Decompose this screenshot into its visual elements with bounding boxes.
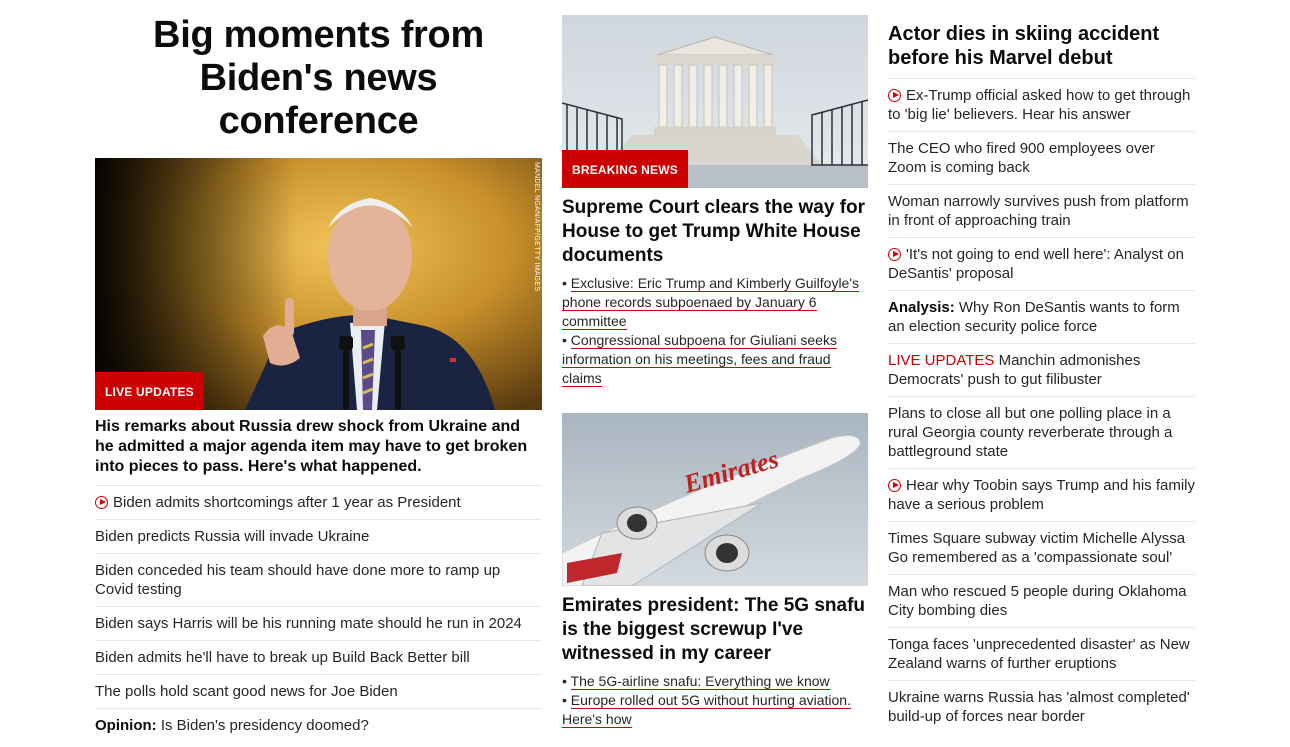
- live-updates-badge[interactable]: LIVE UPDATES: [95, 372, 204, 410]
- video-play-icon: [888, 479, 901, 492]
- video-play-icon: [95, 496, 108, 509]
- related-link[interactable]: • Europe rolled out 5G without hurting a…: [562, 691, 868, 729]
- side-headline[interactable]: Actor dies in skiing accident before his…: [888, 22, 1195, 70]
- lead-headline[interactable]: Big moments from Biden's news conference: [95, 14, 542, 143]
- list-item[interactable]: The polls hold scant good news for Joe B…: [95, 674, 542, 708]
- list-item[interactable]: Biden admits shortcomings after 1 year a…: [95, 485, 542, 519]
- emirates-plane-photo: Emirates: [562, 413, 868, 586]
- analysis-label: Analysis:: [888, 299, 955, 316]
- list-item[interactable]: LIVE UPDATES Manchin admonishes Democrat…: [888, 343, 1195, 396]
- video-play-icon: [888, 248, 901, 261]
- emirates-related: • The 5G-airline snafu: Everything we kn…: [562, 672, 868, 729]
- list-item[interactable]: Biden admits he'll have to break up Buil…: [95, 640, 542, 674]
- list-item[interactable]: Biden conceded his team should have done…: [95, 553, 542, 606]
- related-link[interactable]: • Exclusive: Eric Trump and Kimberly Gui…: [562, 274, 868, 331]
- video-play-icon: [888, 89, 901, 102]
- list-item[interactable]: Man who rescued 5 people during Oklahoma…: [888, 574, 1195, 627]
- list-item[interactable]: Hear why Toobin says Trump and his famil…: [888, 468, 1195, 521]
- list-item[interactable]: Ukraine warns Russia has 'almost complet…: [888, 680, 1195, 733]
- breaking-news-badge[interactable]: BREAKING NEWS: [562, 150, 688, 188]
- supreme-court-headline[interactable]: Supreme Court clears the way for House t…: [562, 196, 868, 268]
- list-item[interactable]: Biden predicts Russia will invade Ukrain…: [95, 519, 542, 553]
- photo-credit: MANDEL NGAN/AFP/GETTY IMAGES: [533, 162, 540, 292]
- list-item[interactable]: Analysis: Why Ron DeSantis wants to form…: [888, 290, 1195, 343]
- lead-image[interactable]: MANDEL NGAN/AFP/GETTY IMAGES LIVE UPDATE…: [95, 158, 542, 410]
- list-item[interactable]: Plans to close all but one polling place…: [888, 396, 1195, 468]
- list-item[interactable]: Woman narrowly survives push from platfo…: [888, 184, 1195, 237]
- lead-column: Big moments from Biden's news conference: [95, 0, 542, 742]
- supreme-court-related: • Exclusive: Eric Trump and Kimberly Gui…: [562, 274, 868, 388]
- lead-related-list: Biden admits shortcomings after 1 year a…: [95, 485, 542, 742]
- live-updates-label: LIVE UPDATES: [888, 352, 995, 369]
- page: Big moments from Biden's news conference: [0, 0, 1290, 747]
- list-item[interactable]: 'It's not going to end well here': Analy…: [888, 237, 1195, 290]
- list-item[interactable]: Ex-Trump official asked how to get throu…: [888, 78, 1195, 131]
- side-column: Actor dies in skiing accident before his…: [888, 0, 1195, 733]
- middle-column: BREAKING NEWS Supreme Court clears the w…: [562, 0, 868, 729]
- side-headline-list: Ex-Trump official asked how to get throu…: [888, 78, 1195, 733]
- related-link[interactable]: • The 5G-airline snafu: Everything we kn…: [562, 672, 868, 691]
- list-item[interactable]: Times Square subway victim Michelle Alys…: [888, 521, 1195, 574]
- list-item[interactable]: Biden says Harris will be his running ma…: [95, 606, 542, 640]
- list-item[interactable]: The CEO who fired 900 employees over Zoo…: [888, 131, 1195, 184]
- related-link[interactable]: • Congressional subpoena for Giuliani se…: [562, 331, 868, 388]
- list-item[interactable]: Tonga faces 'unprecedented disaster' as …: [888, 627, 1195, 680]
- list-item[interactable]: Opinion: Is Biden's presidency doomed?: [95, 708, 542, 742]
- lead-description[interactable]: His remarks about Russia drew shock from…: [95, 417, 542, 477]
- emirates-image[interactable]: Emirates: [562, 413, 868, 586]
- emirates-headline[interactable]: Emirates president: The 5G snafu is the …: [562, 594, 868, 666]
- opinion-label: Opinion:: [95, 717, 157, 734]
- supreme-court-image[interactable]: BREAKING NEWS: [562, 15, 868, 188]
